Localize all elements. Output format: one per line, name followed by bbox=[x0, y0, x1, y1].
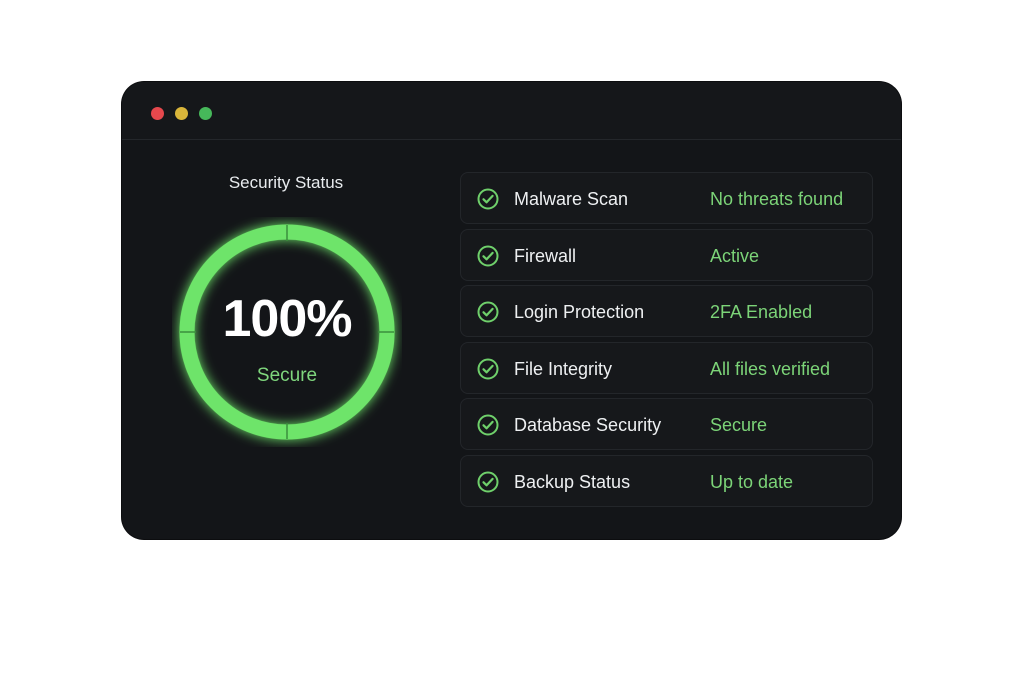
check-circle-icon bbox=[477, 301, 499, 323]
check-circle-icon bbox=[477, 471, 499, 492]
check-row-login-protection[interactable]: Login Protection 2FA Enabled bbox=[460, 285, 873, 337]
check-name: File Integrity bbox=[514, 358, 613, 379]
check-name: Malware Scan bbox=[514, 189, 629, 209]
check-circle-icon bbox=[477, 358, 499, 379]
check-name: Backup Status bbox=[514, 471, 631, 492]
security-gauge: 100% Secure bbox=[172, 217, 402, 447]
gauge-title: Security Status bbox=[228, 173, 344, 192]
check-circle-icon bbox=[477, 414, 499, 436]
check-status: Up to date bbox=[710, 471, 794, 492]
check-row-firewall[interactable]: Firewall Active bbox=[460, 228, 873, 281]
check-status: No threats found bbox=[710, 189, 844, 209]
check-status: Secure bbox=[710, 415, 768, 435]
check-name: Database Security bbox=[514, 415, 662, 435]
maximize-button[interactable] bbox=[199, 107, 212, 120]
check-circle-icon bbox=[477, 245, 499, 266]
check-row-file-integrity[interactable]: File Integrity All files verified bbox=[460, 341, 873, 394]
check-name: Firewall bbox=[514, 245, 577, 266]
check-status: Active bbox=[710, 245, 760, 266]
check-name: Login Protection bbox=[514, 302, 645, 322]
main-content: Security Status 100% Secure Malware Scan… bbox=[122, 141, 901, 539]
check-status: 2FA Enabled bbox=[710, 302, 813, 322]
check-row-database-security[interactable]: Database Security Secure bbox=[460, 398, 873, 450]
check-row-backup-status[interactable]: Backup Status Up to date bbox=[460, 454, 873, 507]
minimize-button[interactable] bbox=[175, 107, 188, 120]
check-row-malware-scan[interactable]: Malware Scan No threats found bbox=[460, 172, 873, 224]
check-circle-icon bbox=[477, 188, 499, 210]
gauge-label: Secure bbox=[256, 365, 318, 386]
gauge-value: 100% bbox=[222, 290, 353, 348]
title-bar bbox=[122, 82, 901, 140]
security-window: Security Status 100% Secure Malware Scan… bbox=[122, 82, 901, 539]
security-checks-list: Malware Scan No threats found Firewall A… bbox=[460, 172, 873, 511]
close-button[interactable] bbox=[151, 107, 164, 120]
check-status: All files verified bbox=[710, 358, 831, 379]
